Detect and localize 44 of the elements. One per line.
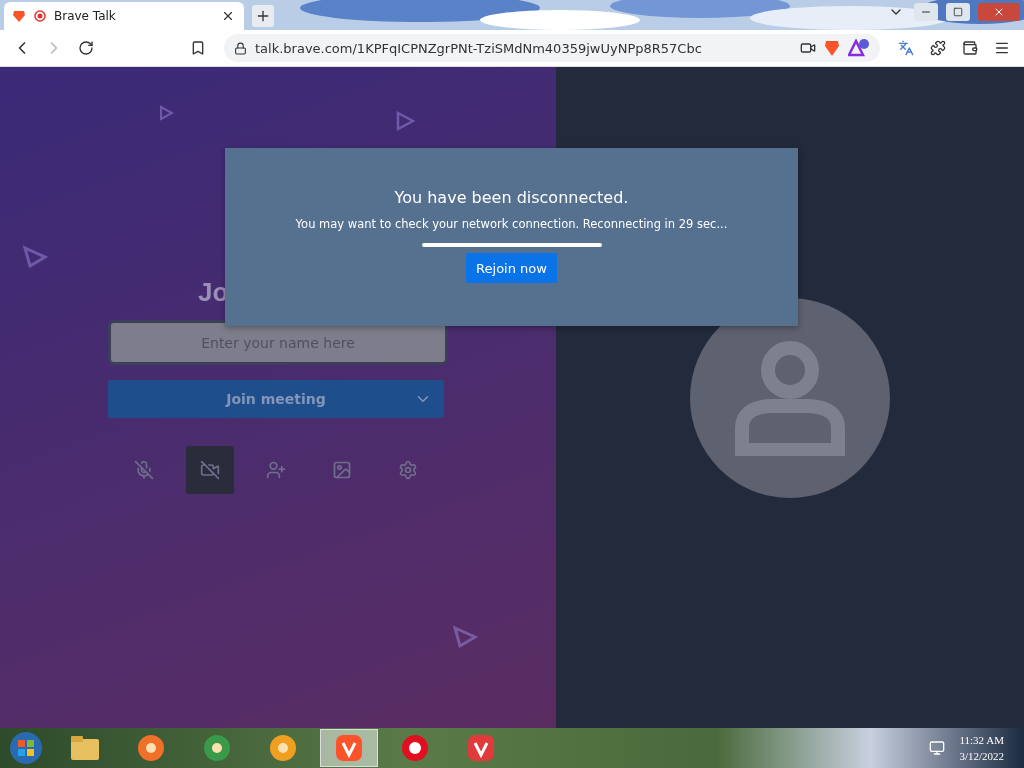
taskbar-app[interactable] <box>320 729 378 767</box>
shield-icon[interactable] <box>824 39 840 57</box>
settings-icon <box>398 460 418 480</box>
app-icon <box>400 733 430 763</box>
mic-icon <box>134 460 154 480</box>
lock-icon <box>234 41 247 55</box>
app-icon <box>334 733 364 763</box>
clock[interactable]: 11:32 AM 3/12/2022 <box>959 732 1004 764</box>
clock-date: 3/12/2022 <box>959 749 1004 764</box>
app-icon <box>268 733 298 763</box>
restore-button[interactable] <box>946 3 970 21</box>
url-text: talk.brave.com/1KPFqICPNZgrPNt-TziSMdNm40359jwUyNPp8R57Cbc <box>255 40 703 56</box>
tab-title: Brave Talk <box>54 9 117 23</box>
triangle-icon <box>452 625 478 649</box>
address-bar[interactable]: talk.brave.com/1KPFqICPNZgrPNt-TziSMdNm40359jwUyNPp8R57Cbc <box>224 34 880 62</box>
close-icon <box>993 6 1005 18</box>
triangle-icon[interactable] <box>848 39 870 57</box>
minimize-button[interactable] <box>914 3 938 21</box>
triangle-icon <box>22 245 48 269</box>
browser-tab[interactable]: Brave Talk <box>4 2 244 30</box>
camera-icon <box>800 40 816 56</box>
app-icon <box>136 733 166 763</box>
person-icon <box>732 339 848 456</box>
reload-icon <box>78 40 94 56</box>
clock-time: 11:32 AM <box>959 733 1004 748</box>
camera-button[interactable] <box>186 446 234 494</box>
plus-icon <box>255 8 271 24</box>
background-icon <box>332 460 352 480</box>
camera-icon <box>200 460 220 480</box>
restore-icon <box>953 7 963 17</box>
triangle-icon <box>395 111 415 131</box>
folder-icon <box>70 735 100 761</box>
lion-icon <box>12 9 26 23</box>
dialog-message: You may want to check your network connection. Reconnecting in 29 sec... <box>295 217 728 231</box>
app-icon <box>466 733 496 763</box>
rejoin-button[interactable]: Rejoin now <box>466 253 557 283</box>
dialog-title: You have been disconnected. <box>394 188 629 207</box>
invite-icon <box>266 460 286 480</box>
app-icon <box>202 733 232 763</box>
recording-icon <box>34 10 46 22</box>
network-icon[interactable] <box>929 740 946 756</box>
triangle-icon <box>158 105 174 121</box>
new-tab-button[interactable] <box>252 5 274 27</box>
bookmark-icon <box>190 40 206 56</box>
